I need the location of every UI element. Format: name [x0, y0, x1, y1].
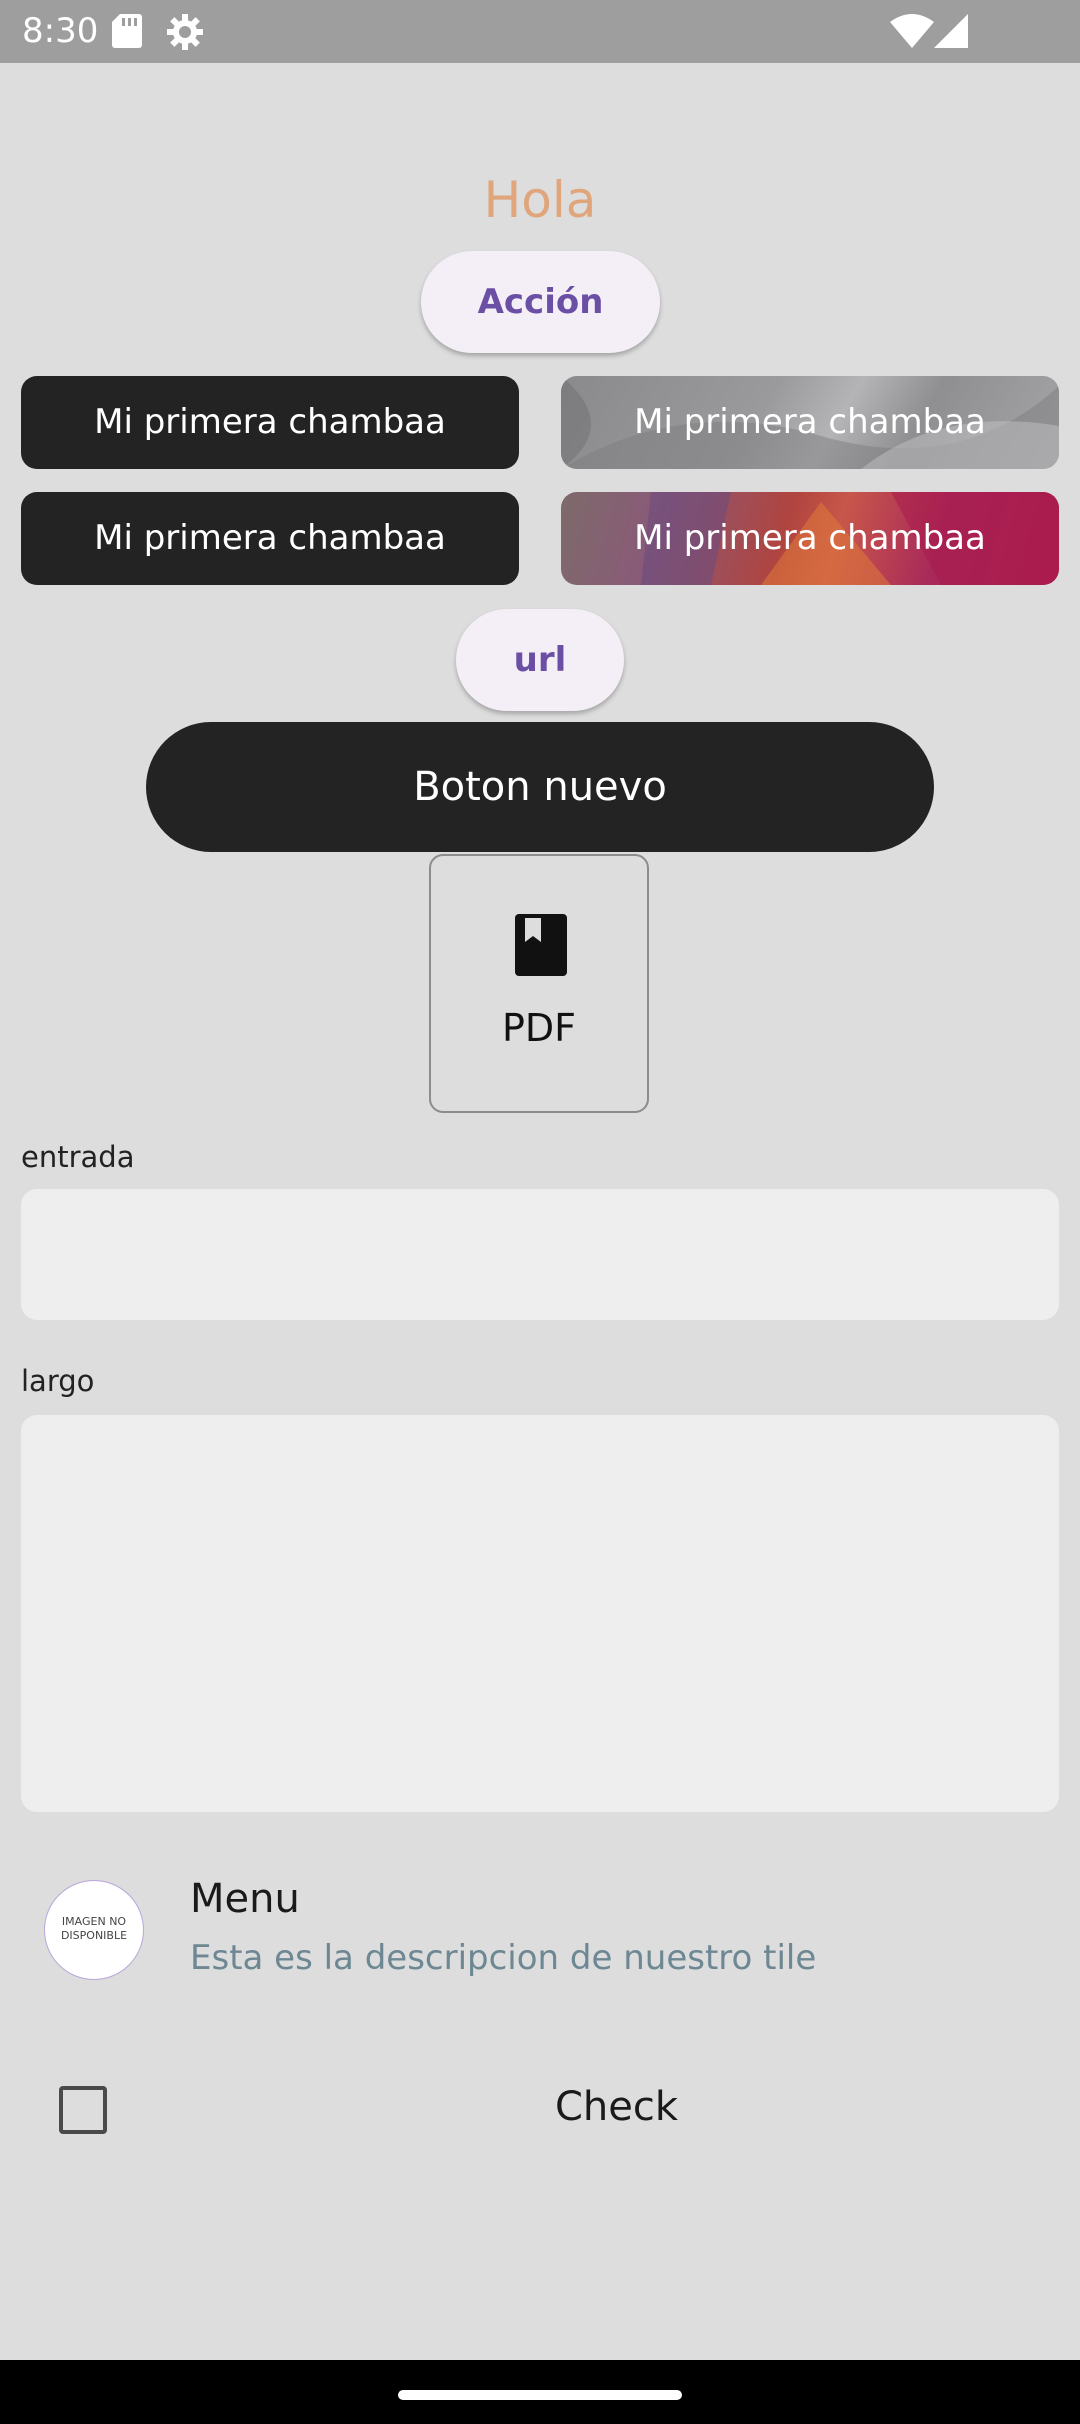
- tile-title: Menu: [190, 1876, 300, 1922]
- tile-subtitle: Esta es la descripcion de nuestro tile: [190, 1938, 817, 1978]
- pdf-button[interactable]: PDF: [429, 854, 649, 1113]
- navigation-bar: [0, 2360, 1080, 2424]
- chambaa-button-1[interactable]: Mi primera chambaa: [21, 376, 519, 469]
- pdf-label: PDF: [501, 1006, 577, 1050]
- check-checkbox[interactable]: [59, 2086, 107, 2134]
- avatar: IMAGEN NO DISPONIBLE: [44, 1880, 144, 1980]
- accion-button[interactable]: Acción: [421, 251, 660, 353]
- home-indicator[interactable]: [398, 2390, 682, 2400]
- chambaa-image-button-2[interactable]: Mi primera chambaa: [561, 492, 1059, 585]
- largo-label: largo: [21, 1364, 95, 1398]
- sd-card-icon: [112, 14, 142, 48]
- entrada-input[interactable]: [21, 1189, 1059, 1320]
- largo-textarea[interactable]: [21, 1415, 1059, 1812]
- chambaa-button-2[interactable]: Mi primera chambaa: [21, 492, 519, 585]
- greeting-text: Hola: [483, 171, 597, 229]
- menu-list-tile[interactable]: IMAGEN NO DISPONIBLE Menu Esta es la des…: [0, 1850, 1080, 2010]
- wifi-icon: [890, 14, 934, 48]
- entrada-label: entrada: [21, 1140, 135, 1174]
- chambaa-button-2-label: Mi primera chambaa: [94, 518, 446, 558]
- signal-icon: [934, 14, 968, 48]
- chambaa-image-button-2-label: Mi primera chambaa: [634, 518, 986, 558]
- status-time: 8:30: [22, 11, 99, 51]
- check-row[interactable]: Check: [0, 2070, 1080, 2150]
- app-screen: 8:30 Hola Acción Mi primera chambaa Mi p…: [0, 0, 1080, 2424]
- status-bar: 8:30: [0, 0, 1080, 63]
- book-icon: [515, 914, 567, 976]
- boton-nuevo-button[interactable]: Boton nuevo: [146, 722, 934, 852]
- avatar-placeholder-text: IMAGEN NO DISPONIBLE: [60, 1915, 128, 1942]
- check-label: Check: [555, 2084, 679, 2130]
- chambaa-image-button-1[interactable]: Mi primera chambaa: [561, 376, 1059, 469]
- chambaa-image-button-1-label: Mi primera chambaa: [634, 402, 986, 442]
- url-button[interactable]: url: [456, 609, 624, 711]
- settings-gear-icon: [167, 14, 203, 50]
- chambaa-button-1-label: Mi primera chambaa: [94, 402, 446, 442]
